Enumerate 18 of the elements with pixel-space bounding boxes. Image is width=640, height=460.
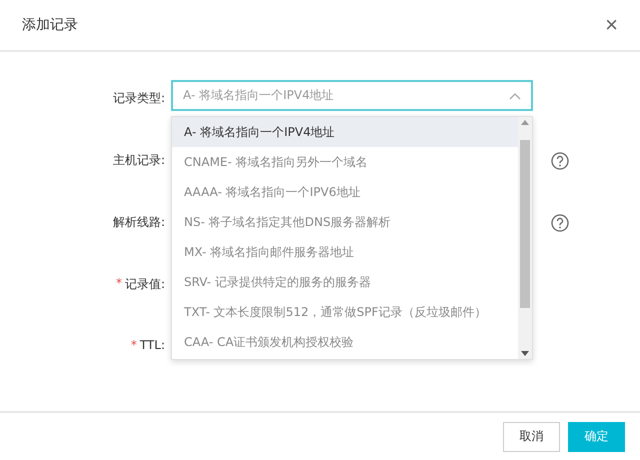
close-button[interactable]: × bbox=[605, 14, 618, 36]
required-mark: * bbox=[130, 338, 137, 352]
field-label: 解析线路: bbox=[112, 214, 165, 231]
field-label: 主机记录: bbox=[112, 152, 165, 169]
scrollbar[interactable] bbox=[518, 117, 532, 359]
field-label: TTL: bbox=[140, 338, 165, 352]
help-icon[interactable] bbox=[551, 214, 569, 232]
cancel-button[interactable]: 取消 bbox=[503, 422, 560, 452]
dialog-title: 添加记录 bbox=[22, 16, 78, 34]
dropdown-option[interactable]: A- 将域名指向一个IPV4地址 bbox=[172, 117, 518, 147]
help-icon[interactable] bbox=[551, 152, 569, 170]
required-mark: * bbox=[116, 276, 122, 290]
confirm-button[interactable]: 确定 bbox=[568, 422, 625, 452]
scroll-down-icon[interactable] bbox=[521, 351, 529, 356]
field-label: 记录类型: bbox=[112, 90, 165, 107]
field-label: 记录值: bbox=[124, 276, 165, 293]
caret-icon bbox=[509, 92, 521, 100]
record-type-select[interactable]: A- 将域名指向一个IPV4地址 bbox=[171, 80, 533, 111]
